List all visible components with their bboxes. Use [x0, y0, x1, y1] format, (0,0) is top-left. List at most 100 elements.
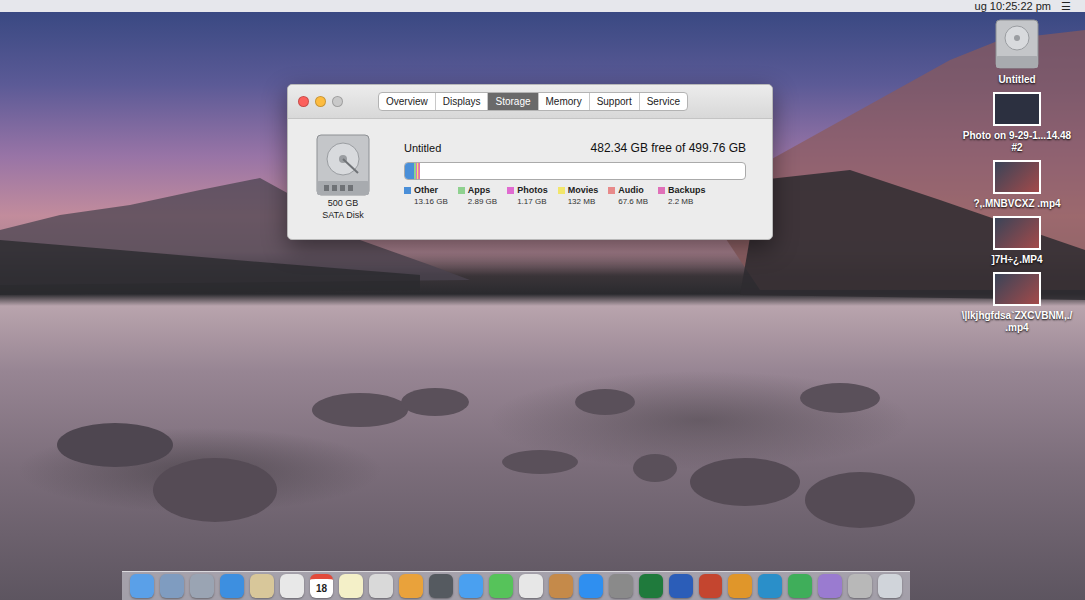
desktop-icon[interactable]: Photo on 9-29-1...14.48 #2 [959, 92, 1075, 154]
legend-swatch [404, 187, 411, 194]
zoom-icon[interactable] [332, 96, 343, 107]
dock-app-icon[interactable] [699, 574, 723, 598]
minimize-icon[interactable] [315, 96, 326, 107]
window-controls [298, 96, 378, 107]
legend-label: Apps [468, 185, 491, 196]
dock-app-icon[interactable] [459, 574, 483, 598]
video-thumbnail [993, 160, 1041, 194]
legend-swatch [507, 187, 514, 194]
desktop: ug 10:25:22 pm☰ OverviewDisplaysStorageM… [0, 0, 1085, 600]
dock-app-icon[interactable] [399, 574, 423, 598]
desktop-icon-label[interactable]: Untitled [998, 74, 1035, 86]
dock-app-icon[interactable] [160, 574, 184, 598]
dock-app-icon[interactable] [758, 574, 782, 598]
photo-thumbnail [993, 92, 1041, 126]
disk-type: SATA Disk [322, 209, 364, 221]
storage-legend: Other13.16 GB Apps2.89 GB Photos1.17 GB Mov… [404, 185, 746, 207]
tab[interactable]: Support [589, 93, 639, 110]
legend-size: 132 MB [558, 196, 599, 207]
dock-app-icon[interactable] [339, 574, 363, 598]
dock-app-icon[interactable] [848, 574, 872, 598]
dock-app-icon[interactable] [190, 574, 214, 598]
dock-app-icon[interactable] [250, 574, 274, 598]
legend-label: Photos [517, 185, 548, 196]
free-space: 482.34 GB free of 499.76 GB [591, 139, 746, 157]
desktop-icon-label[interactable]: ]7H÷¿.MP4 [991, 254, 1042, 266]
tab[interactable]: Displays [435, 93, 488, 110]
desktop-icon-label[interactable]: \|lkjhgfdsa`ZXCVBNM,./ .mp4 [959, 310, 1075, 334]
disk-size: 500 GB [328, 197, 359, 209]
storage-segment [419, 163, 420, 179]
dock-app-icon[interactable] [220, 574, 244, 598]
legend-item: Audio67.6 MB [608, 185, 648, 207]
dock-app-icon[interactable] [549, 574, 573, 598]
legend-label-row: Photos [507, 185, 548, 196]
about-this-mac-window: OverviewDisplaysStorageMemorySupportServ… [287, 84, 773, 240]
legend-label-row: Apps [458, 185, 497, 196]
dock-app-icon[interactable] [369, 574, 393, 598]
desktop-icons: Untitled Photo on 9-29-1...14.48 #2 ?,.MNB… [959, 18, 1075, 334]
hard-disk-icon [994, 18, 1040, 70]
calendar-icon[interactable]: 18 [310, 574, 334, 598]
dock-app-icon[interactable] [728, 574, 752, 598]
dock-app-icon[interactable] [429, 574, 453, 598]
legend-swatch [658, 187, 665, 194]
legend-size: 2.89 GB [458, 196, 497, 207]
dock-app-icon[interactable] [579, 574, 603, 598]
hard-disk-icon [314, 133, 372, 197]
legend-swatch [458, 187, 465, 194]
legend-label: Audio [618, 185, 644, 196]
legend-swatch [608, 187, 615, 194]
legend-item: Photos1.17 GB [507, 185, 548, 207]
video-thumbnail [993, 272, 1041, 306]
legend-label-row: Movies [558, 185, 599, 196]
legend-size: 1.17 GB [507, 196, 548, 207]
storage-segment [405, 163, 414, 179]
tab-bar: OverviewDisplaysStorageMemorySupportServ… [378, 92, 688, 111]
clock[interactable]: ug 10:25:22 pm [975, 0, 1051, 12]
tab[interactable]: Service [639, 93, 687, 110]
tab[interactable]: Overview [379, 93, 435, 110]
desktop-icon[interactable]: Untitled [959, 18, 1075, 86]
legend-size: 13.16 GB [404, 196, 448, 207]
menu-bar: ug 10:25:22 pm ☰ [0, 0, 1085, 12]
dock-app-icon[interactable] [280, 574, 304, 598]
desktop-icon-label[interactable]: Photo on 9-29-1...14.48 #2 [959, 130, 1075, 154]
volume-panel: Untitled 482.34 GB free of 499.76 GB Other… [404, 133, 746, 221]
legend-item: Other13.16 GB [404, 185, 448, 207]
legend-label-row: Backups [658, 185, 706, 196]
desktop-icon[interactable]: \|lkjhgfdsa`ZXCVBNM,./ .mp4 [959, 272, 1075, 334]
volume-name: Untitled [404, 140, 441, 157]
dock-app-icon[interactable] [818, 574, 842, 598]
volume-header: Untitled 482.34 GB free of 499.76 GB [404, 139, 746, 157]
legend-size: 67.6 MB [608, 196, 648, 207]
dock-app-icon[interactable] [669, 574, 693, 598]
tab[interactable]: Memory [538, 93, 589, 110]
dock-app-icon[interactable] [609, 574, 633, 598]
legend-size: 2.2 MB [658, 196, 706, 207]
disk-panel: 500 GBSATA Disk [312, 133, 374, 221]
legend-label: Backups [668, 185, 706, 196]
video-thumbnail [993, 216, 1041, 250]
tab[interactable]: Storage [487, 93, 537, 110]
dock-app-icon[interactable] [639, 574, 663, 598]
dock-app-icon[interactable] [788, 574, 812, 598]
desktop-icon[interactable]: ]7H÷¿.MP4 [959, 216, 1075, 266]
legend-label: Movies [568, 185, 599, 196]
desktop-icon[interactable]: ?,.MNBVCXZ .mp4 [959, 160, 1075, 210]
close-icon[interactable] [298, 96, 309, 107]
desktop-icon-label[interactable]: ?,.MNBVCXZ .mp4 [973, 198, 1060, 210]
dock-app-icon[interactable] [878, 574, 902, 598]
legend-label-row: Other [404, 185, 448, 196]
storage-bar [404, 162, 746, 180]
dock: 18 [122, 571, 910, 600]
title-bar: OverviewDisplaysStorageMemorySupportServ… [288, 85, 772, 119]
menu-icon[interactable]: ☰ [1061, 0, 1071, 12]
dock-app-icon[interactable] [489, 574, 513, 598]
dock-app-icon[interactable] [519, 574, 543, 598]
dock-app-icon[interactable] [130, 574, 154, 598]
legend-label-row: Audio [608, 185, 648, 196]
legend-label: Other [414, 185, 438, 196]
legend-item: Movies132 MB [558, 185, 599, 207]
legend-swatch [558, 187, 565, 194]
